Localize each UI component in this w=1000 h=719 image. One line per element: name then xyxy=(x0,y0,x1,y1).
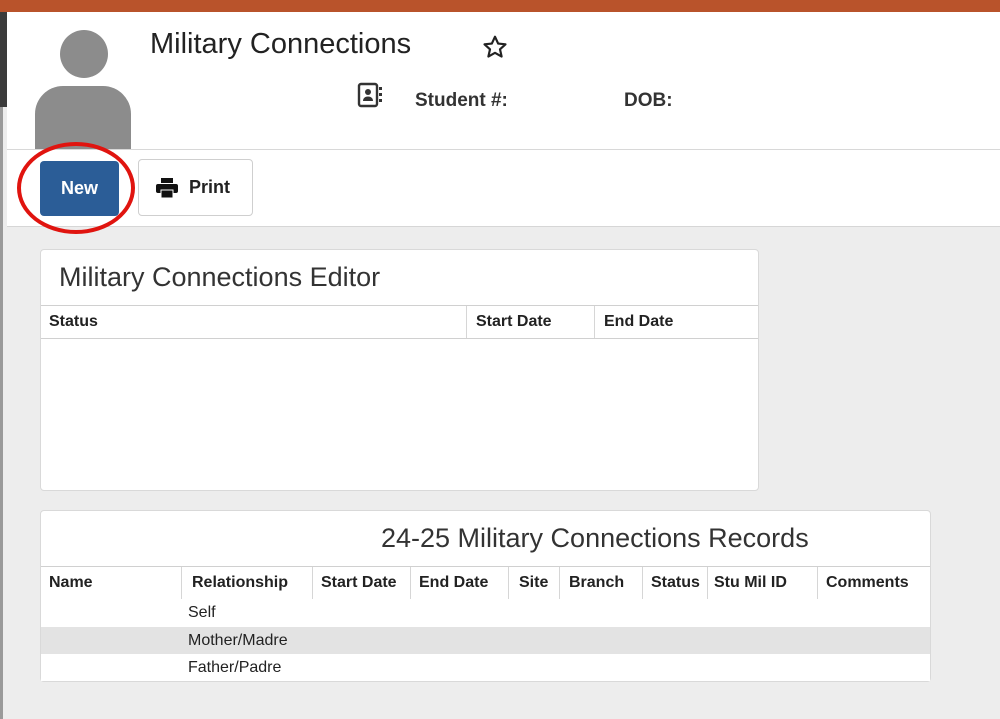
relationship-cell: Father/Padre xyxy=(188,659,282,676)
top-accent-bar xyxy=(0,0,1000,12)
column-divider xyxy=(312,567,313,599)
left-nav-edge xyxy=(0,12,7,107)
printer-icon xyxy=(156,178,178,198)
column-header-end-date[interactable]: End Date xyxy=(419,567,488,599)
column-header-status[interactable]: Status xyxy=(651,567,700,599)
table-row[interactable]: Father/Padre xyxy=(41,654,930,681)
column-divider xyxy=(817,567,818,599)
column-header-stu-mil-id[interactable]: Stu Mil ID xyxy=(714,567,787,599)
column-header-start-date[interactable]: Start Date xyxy=(476,306,552,338)
print-button[interactable]: Print xyxy=(138,159,253,216)
column-divider xyxy=(181,567,182,599)
action-toolbar: New Print xyxy=(7,150,1000,227)
page-title: Military Connections xyxy=(150,28,412,60)
avatar-head xyxy=(60,30,108,78)
highlight-circle xyxy=(17,142,135,234)
contact-card-icon xyxy=(357,82,382,108)
column-header-relationship[interactable]: Relationship xyxy=(192,567,288,599)
column-header-comments[interactable]: Comments xyxy=(826,567,909,599)
records-title: 24-25 Military Connections Records xyxy=(381,523,809,553)
records-table-header: Name Relationship Start Date End Date Si… xyxy=(41,566,930,600)
student-number-label: Student #: xyxy=(415,90,508,111)
column-header-end-date[interactable]: End Date xyxy=(604,306,673,338)
avatar xyxy=(35,30,131,149)
column-header-branch[interactable]: Branch xyxy=(569,567,624,599)
left-divider xyxy=(0,107,3,719)
star-icon[interactable] xyxy=(482,34,508,60)
column-divider xyxy=(410,567,411,599)
editor-table-header: Status Start Date End Date xyxy=(41,305,758,339)
column-header-status[interactable]: Status xyxy=(49,306,98,338)
student-header: Military Connections Student #: DOB: xyxy=(7,12,1000,150)
column-divider xyxy=(508,567,509,599)
avatar-body xyxy=(35,86,131,149)
military-connections-records: 24-25 Military Connections Records Name … xyxy=(40,510,931,682)
editor-title: Military Connections Editor xyxy=(59,262,381,292)
column-divider xyxy=(707,567,708,599)
column-header-start-date[interactable]: Start Date xyxy=(321,567,397,599)
table-row[interactable]: Mother/Madre xyxy=(41,627,930,654)
relationship-cell: Mother/Madre xyxy=(188,632,288,649)
column-header-site[interactable]: Site xyxy=(519,567,548,599)
column-divider xyxy=(642,567,643,599)
column-divider xyxy=(559,567,560,599)
relationship-cell: Self xyxy=(188,604,216,621)
military-connections-editor: Military Connections Editor Status Start… xyxy=(40,249,759,491)
column-divider xyxy=(594,306,595,338)
dob-label: DOB: xyxy=(624,90,673,111)
column-divider xyxy=(466,306,467,338)
print-button-label: Print xyxy=(189,177,231,197)
column-header-name[interactable]: Name xyxy=(49,567,93,599)
table-row[interactable]: Self xyxy=(41,599,930,626)
